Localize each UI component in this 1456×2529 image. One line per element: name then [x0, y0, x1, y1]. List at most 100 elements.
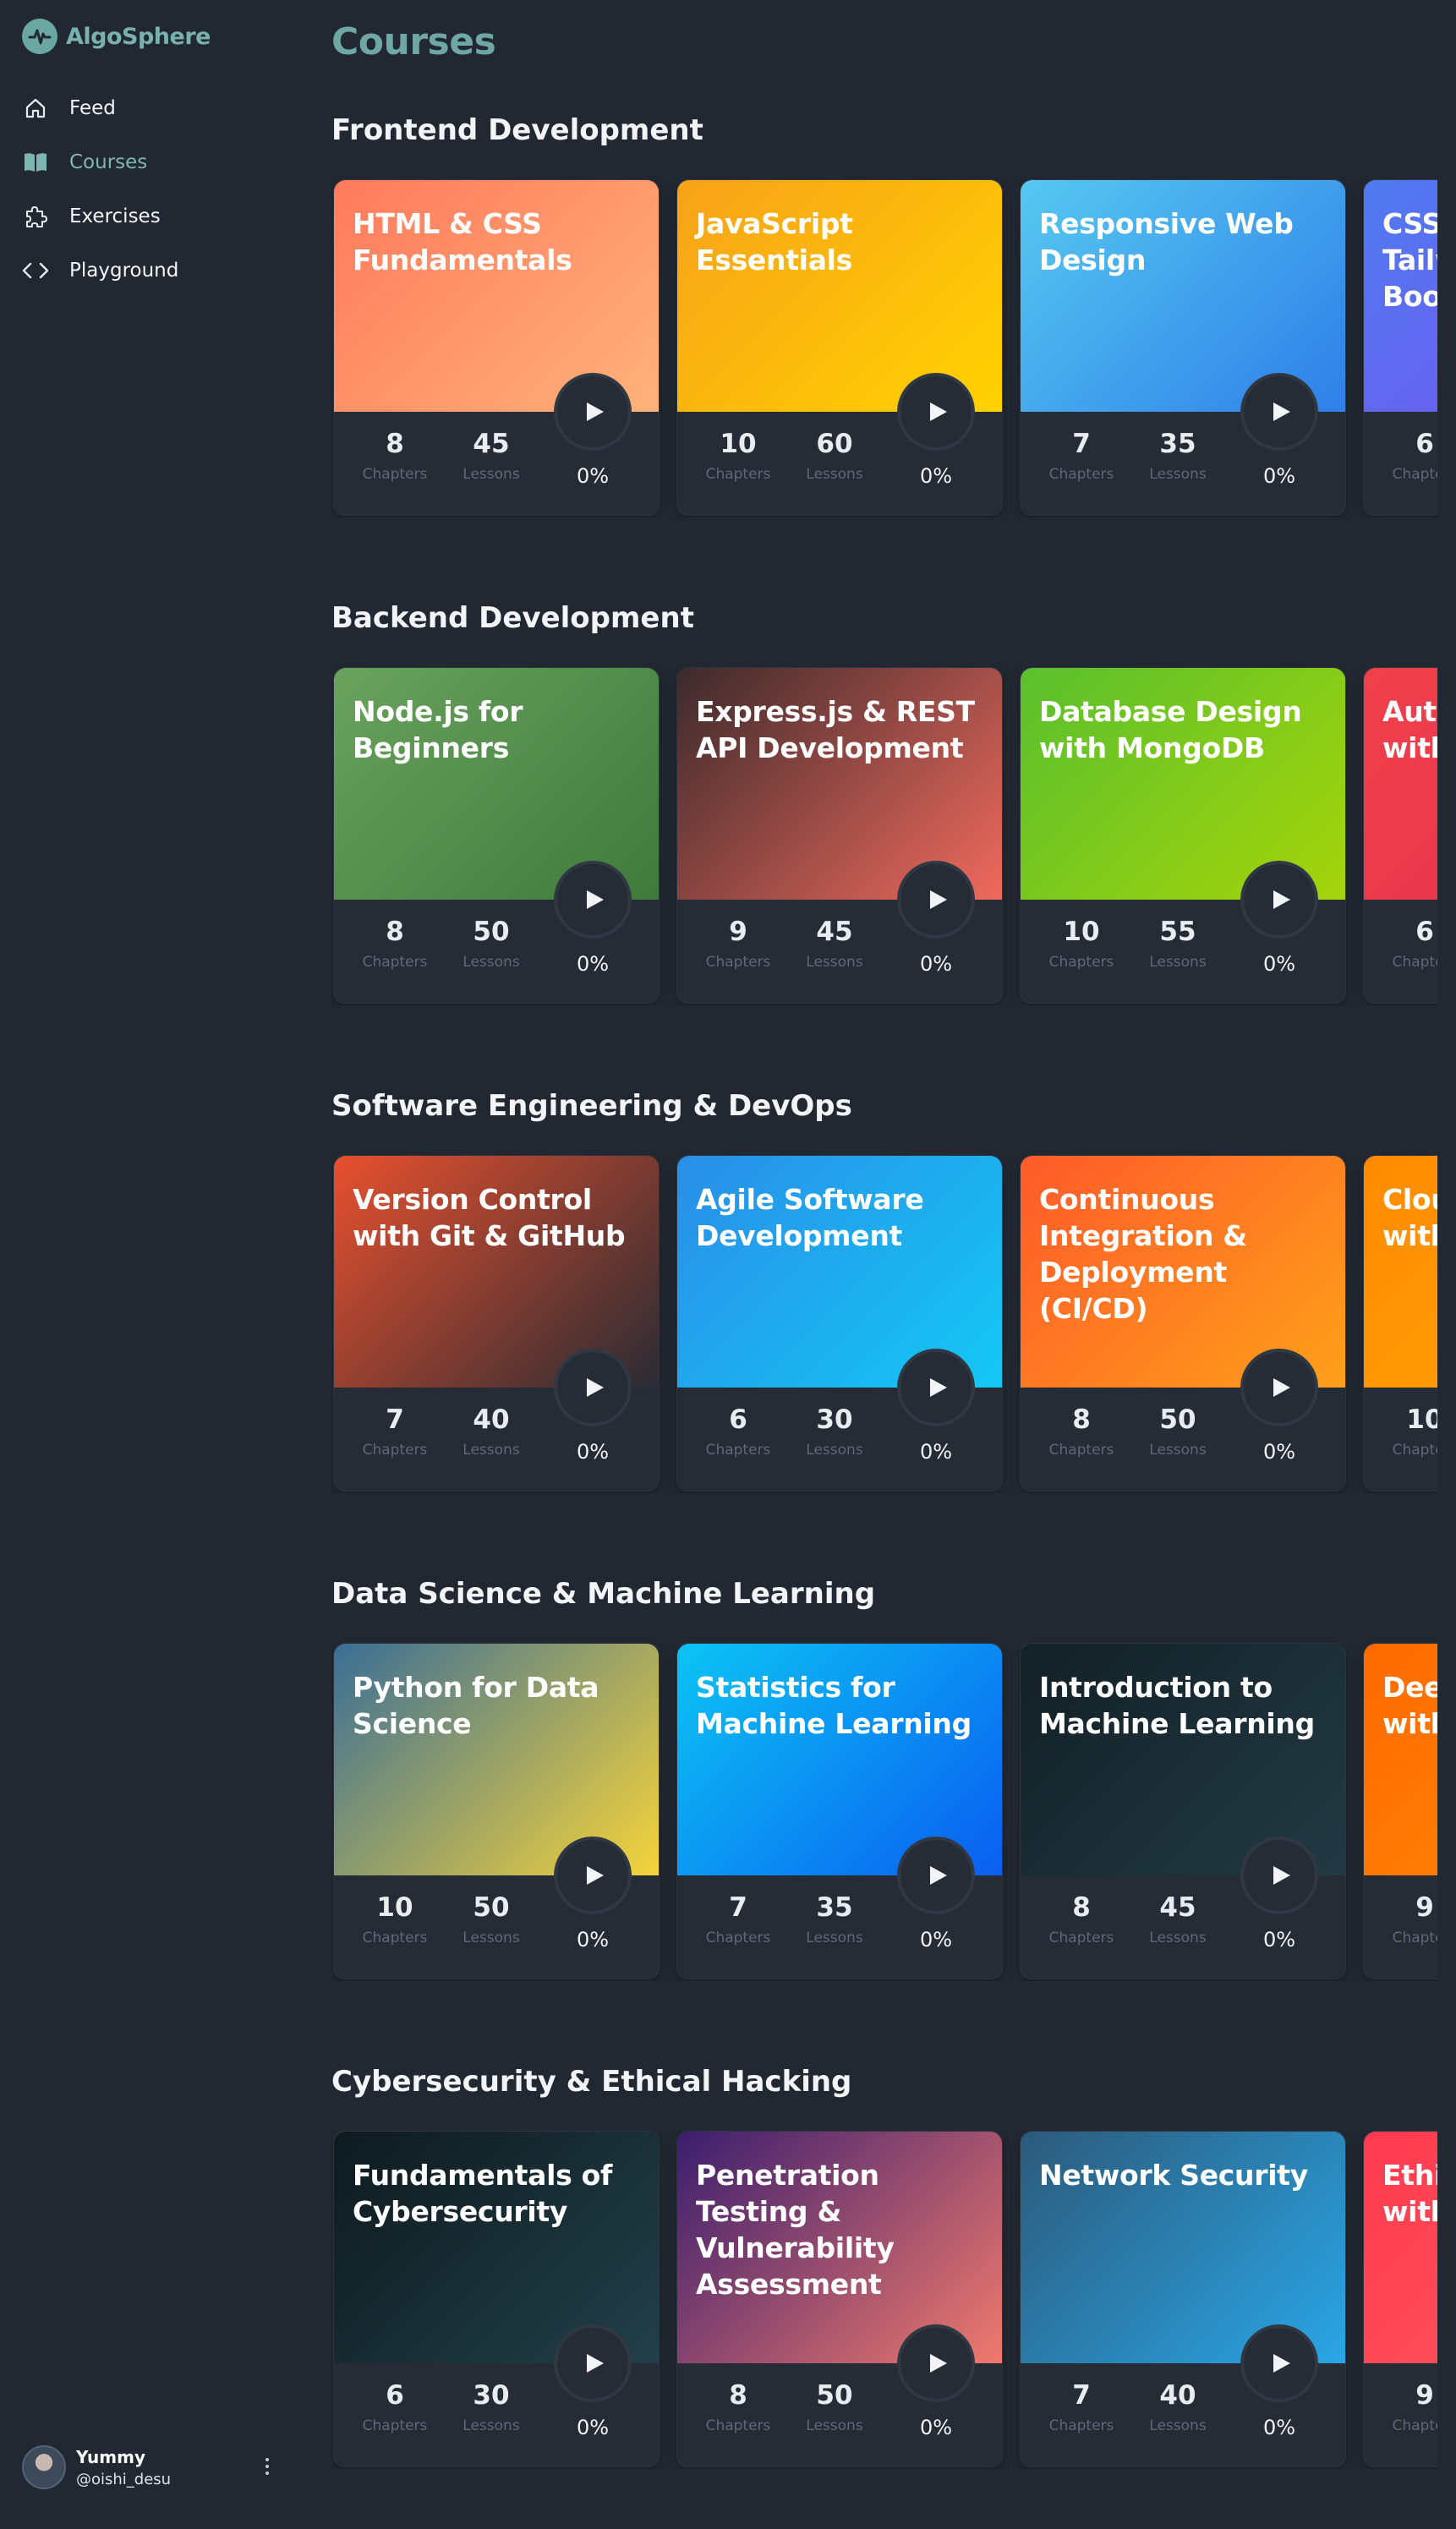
brand[interactable]: AlgoSphere — [22, 19, 211, 54]
more-vertical-icon[interactable] — [259, 2454, 276, 2479]
lessons-label: Lessons — [1149, 1930, 1207, 1946]
chapters-count: 8 — [386, 429, 404, 459]
play-button[interactable] — [897, 861, 975, 939]
lessons-label: Lessons — [806, 954, 863, 971]
chapters-label: Chapters — [705, 1930, 771, 1946]
course-title: Node.js for Beginners — [353, 695, 523, 764]
play-icon — [1273, 2354, 1290, 2373]
chapters-label: Chapters — [1392, 466, 1437, 483]
progress-percent: 0% — [919, 2416, 953, 2439]
play-button[interactable] — [1240, 861, 1318, 939]
course-card[interactable]: Cloud Computing with AWS10Chapters0% — [1363, 1155, 1437, 1492]
course-title: Express.js & REST API Development — [696, 695, 975, 764]
lessons-label: Lessons — [463, 2417, 520, 2434]
course-title: JavaScript Essentials — [696, 207, 853, 276]
course-cover: Deep Learning with TensorFlow — [1364, 1644, 1437, 1875]
play-button[interactable] — [897, 1349, 975, 1426]
chapters-count: 8 — [1072, 1404, 1091, 1435]
chapters-stat: 8 Chapters — [696, 2378, 780, 2434]
lessons-stat: 60 Lessons — [792, 427, 877, 483]
course-card[interactable]: Agile Software Development 6 Chapters 30 Les… — [676, 1155, 1003, 1492]
sidebar-item-playground[interactable]: Playground — [22, 244, 178, 298]
chapters-label: Chapters — [1048, 466, 1114, 483]
course-card[interactable]: Fundamentals of Cybersecurity 6 Chapters 30… — [333, 2131, 660, 2467]
sidebar-item-feed[interactable]: Feed — [22, 81, 178, 135]
course-card[interactable]: Introduction to Machine Learning 8 Chapter… — [1020, 1643, 1346, 1979]
course-card[interactable]: CSS Frameworks: Tailwind & Bootstrap 6 Cha… — [1363, 179, 1437, 516]
course-card[interactable]: Statistics for Machine Learning 7 Chapters… — [676, 1643, 1003, 1979]
lessons-stat: 50 Lessons — [1136, 1403, 1220, 1459]
course-card[interactable]: Network Security 7 Chapters 40 Lessons 0% — [1020, 2131, 1346, 2467]
course-card[interactable]: Node.js for Beginners 8 Chapters 50 Lessons 0… — [333, 667, 660, 1004]
sidebar-item-courses[interactable]: Courses — [22, 135, 178, 189]
play-button[interactable] — [1240, 373, 1318, 451]
sidebar-item-exercises[interactable]: Exercises — [22, 189, 178, 244]
play-button[interactable] — [1240, 1349, 1318, 1426]
course-card[interactable]: Penetration Testing & Vulnerability Asse… — [676, 2131, 1003, 2467]
play-button[interactable] — [1240, 1837, 1318, 1914]
course-carousel[interactable]: HTML & CSS Fundamentals 8 Chapters 45 Lesson… — [331, 179, 1437, 517]
lessons-label: Lessons — [1149, 2417, 1207, 2434]
lessons-count: 50 — [473, 917, 510, 947]
play-button[interactable] — [554, 1349, 632, 1426]
chapters-count: 10 — [1406, 1404, 1437, 1435]
course-card[interactable]: Authentication with JWT6Chapters0% — [1363, 667, 1437, 1004]
lessons-count: 50 — [1159, 1404, 1196, 1435]
chapters-label: Chapters — [705, 466, 771, 483]
course-section: Cybersecurity & Ethical Hacking Fundament… — [331, 2063, 1437, 2469]
progress-percent: 0% — [576, 1440, 610, 1464]
lessons-stat: 45 Lessons — [792, 915, 877, 971]
chapters-stat: 7 Chapters — [696, 1891, 780, 1946]
play-button[interactable] — [554, 373, 632, 451]
page-title: Courses — [331, 20, 496, 63]
section-title: Software Engineering & DevOps — [331, 1089, 852, 1123]
course-carousel[interactable]: Python for Data Science 10 Chapters 50 Lesso… — [331, 1643, 1437, 1981]
lessons-stat: 45 Lessons — [449, 427, 534, 483]
course-title: Database Design with MongoDB — [1039, 695, 1302, 764]
course-card[interactable]: Database Design with MongoDB 10 Chapters 55… — [1020, 667, 1346, 1004]
section-title: Data Science & Machine Learning — [331, 1577, 876, 1611]
lessons-label: Lessons — [1149, 466, 1207, 483]
chapters-count: 6 — [386, 2380, 404, 2411]
course-card[interactable]: Ethical Hacking with Kali Linux 9 Chapters… — [1363, 2131, 1437, 2467]
course-card[interactable]: JavaScript Essentials 10 Chapters 60 Lessons… — [676, 179, 1003, 516]
progress-percent: 0% — [1262, 952, 1296, 976]
course-card[interactable]: Express.js & REST API Development 9 Chapte… — [676, 667, 1003, 1004]
course-title: Continuous Integration & Deployment (CI/… — [1039, 1183, 1247, 1325]
lessons-label: Lessons — [463, 1442, 520, 1459]
play-button[interactable] — [1240, 2324, 1318, 2402]
chapters-stat: 10 Chapters — [353, 1891, 437, 1946]
course-card[interactable]: Responsive Web Design 7 Chapters 35 Lessons 0… — [1020, 179, 1346, 516]
course-title: Responsive Web Design — [1039, 207, 1294, 276]
lessons-count: 50 — [816, 2380, 853, 2411]
course-card[interactable]: Version Control with Git & GitHub 7 Chapte… — [333, 1155, 660, 1492]
course-carousel[interactable]: Version Control with Git & GitHub 7 Chapte… — [331, 1155, 1437, 1493]
lessons-count: 45 — [1159, 1892, 1196, 1923]
sidebar-item-label: Feed — [69, 97, 116, 119]
course-card[interactable]: HTML & CSS Fundamentals 8 Chapters 45 Lesson… — [333, 179, 660, 516]
user-name: Yummy — [76, 2446, 145, 2467]
course-carousel[interactable]: Node.js for Beginners 8 Chapters 50 Lessons 0… — [331, 667, 1437, 1005]
book-icon — [22, 149, 49, 176]
play-button[interactable] — [897, 2324, 975, 2402]
play-button[interactable] — [554, 861, 632, 939]
course-card[interactable]: Deep Learning with TensorFlow9Chapters0% — [1363, 1643, 1437, 1979]
course-carousel[interactable]: Fundamentals of Cybersecurity 6 Chapters 30… — [331, 2131, 1437, 2469]
play-button[interactable] — [554, 2324, 632, 2402]
course-card[interactable]: Continuous Integration & Deployment (CI/… — [1020, 1155, 1346, 1492]
chapters-label: Chapters — [362, 466, 428, 483]
brand-logo-icon — [22, 19, 57, 54]
play-button[interactable] — [897, 373, 975, 451]
course-title: Statistics for Machine Learning — [696, 1671, 972, 1740]
sidebar-nav: Feed Courses Exercises Playground — [22, 81, 178, 298]
course-title: Cloud Computing with AWS — [1382, 1183, 1437, 1252]
progress-percent: 0% — [1262, 464, 1296, 488]
lessons-stat: 35 Lessons — [792, 1891, 877, 1946]
user-profile[interactable]: Yummy @oishi_desu — [22, 2444, 276, 2491]
play-button[interactable] — [897, 1837, 975, 1914]
course-cover: Authentication with JWT — [1364, 668, 1437, 900]
play-icon — [586, 1866, 604, 1885]
lessons-stat: 30 Lessons — [792, 1403, 877, 1459]
play-button[interactable] — [554, 1837, 632, 1914]
course-card[interactable]: Python for Data Science 10 Chapters 50 Lesso… — [333, 1643, 660, 1979]
